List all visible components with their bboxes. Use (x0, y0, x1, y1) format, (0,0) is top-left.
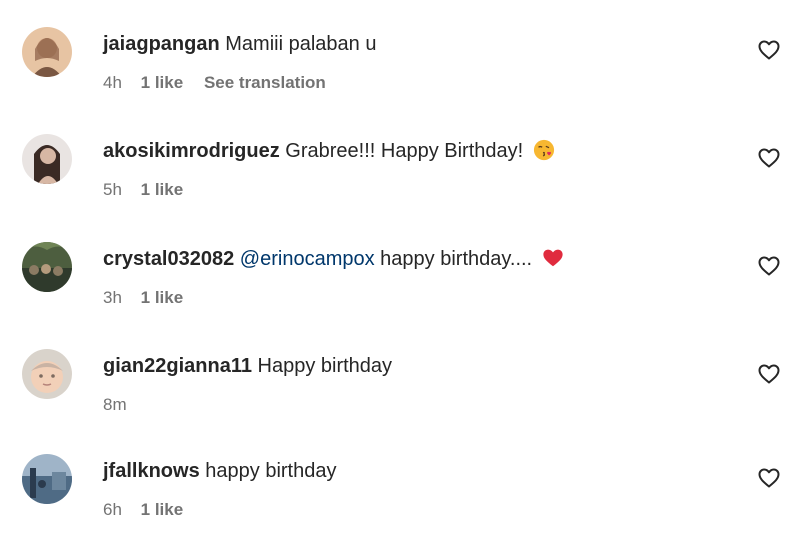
comment-mention-link[interactable]: @erinocampox (240, 248, 375, 270)
avatar-image (22, 27, 72, 77)
comment-username[interactable]: crystal032082 (103, 248, 234, 270)
comment-item: gian22gianna11 Happy birthday 8m (0, 322, 800, 422)
comment-time[interactable]: 5h (103, 180, 122, 199)
see-translation-link[interactable]: See translation (204, 73, 326, 92)
comment-item: crystal032082 @erinocampox happy birthda… (0, 215, 800, 315)
avatar[interactable] (22, 27, 72, 77)
comment-username[interactable]: jfallknows (103, 460, 200, 482)
heart-outline-icon[interactable] (757, 466, 781, 490)
avatar[interactable] (22, 349, 72, 399)
comment-time[interactable]: 3h (103, 288, 122, 307)
comment-username[interactable]: akosikimrodriguez (103, 140, 280, 162)
avatar[interactable] (22, 454, 72, 504)
avatar-image (22, 134, 72, 184)
comment-username[interactable]: jaiagpangan (103, 33, 220, 55)
heart-outline-icon[interactable] (757, 254, 781, 278)
avatar[interactable] (22, 242, 72, 292)
avatar-image (22, 349, 72, 399)
comment-item: akosikimrodriguez Grabree!!! Happy Birth… (0, 107, 800, 207)
avatar-image (22, 454, 72, 504)
comment-text: happy birthday (205, 460, 337, 482)
avatar[interactable] (22, 134, 72, 184)
comment-text: happy birthday.... (380, 248, 533, 270)
comment-likes[interactable]: 1 like (141, 500, 184, 519)
heart-outline-icon[interactable] (757, 362, 781, 386)
heart-outline-icon[interactable] (757, 38, 781, 62)
comment-item: jaiagpangan Mamiii palaban u 4h 1 like S… (0, 0, 800, 100)
heart-outline-icon[interactable] (757, 146, 781, 170)
comment-time[interactable]: 4h (103, 73, 122, 92)
face-blowing-kiss-icon (533, 139, 554, 161)
red-heart-icon (543, 249, 563, 267)
comment-likes[interactable]: 1 like (141, 73, 184, 92)
comment-item: jfallknows happy birthday 6h 1 like (0, 427, 800, 527)
comment-text: Happy birthday (257, 355, 393, 377)
comment-likes[interactable]: 1 like (141, 180, 184, 199)
comment-text: Mamiii palaban u (225, 33, 377, 55)
comment-username[interactable]: gian22gianna11 (103, 355, 252, 377)
comment-likes[interactable]: 1 like (141, 288, 184, 307)
avatar-image (22, 242, 72, 292)
comment-time[interactable]: 6h (103, 500, 122, 519)
comment-text: Grabree!!! Happy Birthday! (285, 140, 524, 162)
comment-time[interactable]: 8m (103, 395, 127, 414)
